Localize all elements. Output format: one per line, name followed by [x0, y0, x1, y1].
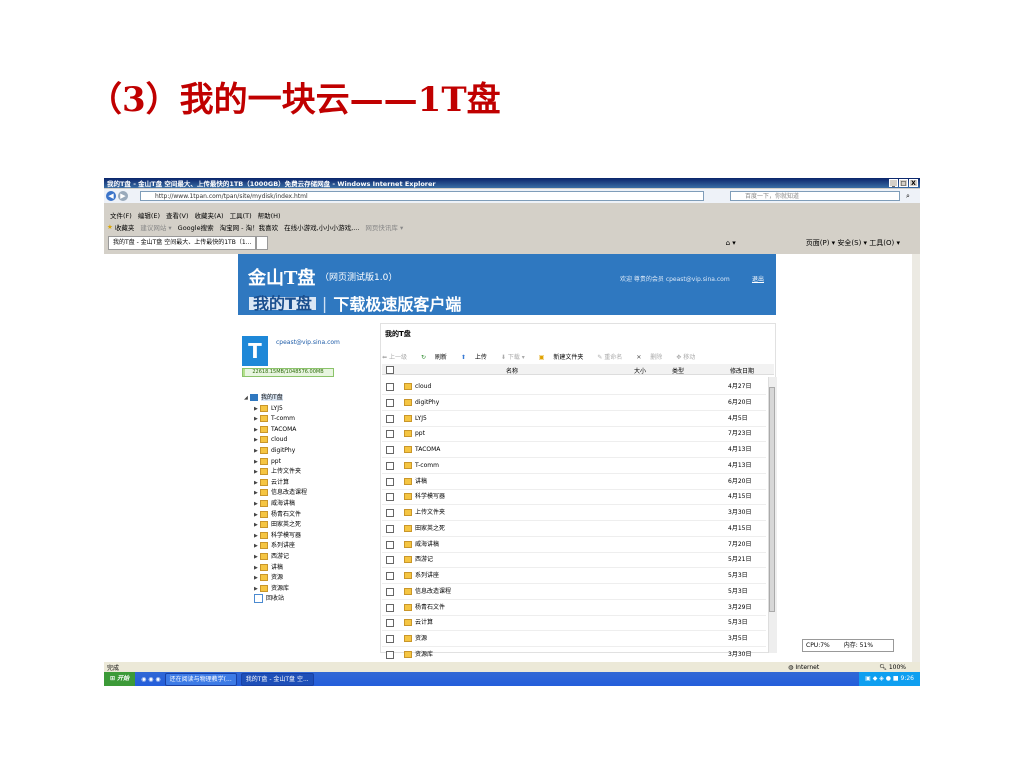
back-icon[interactable]: ◀	[106, 191, 116, 201]
favorites-button[interactable]: 收藏夹	[115, 222, 135, 232]
fav-games[interactable]: 在线小游戏,小小小游戏,...	[284, 222, 359, 232]
menu-help[interactable]: 帮助(H)	[258, 210, 281, 220]
favorites-star-icon[interactable]: ★	[107, 223, 113, 231]
search-input[interactable]: 百度一下，你就知道	[730, 191, 900, 201]
favorites-bar: ★ 收藏夹 建议网站 ▾ Google搜索 淘宝网 - 淘！我喜欢 在线小游戏,…	[104, 221, 920, 233]
fav-suggested-sites[interactable]: 建议网站 ▾	[140, 222, 171, 232]
maximize-button[interactable]: □	[899, 179, 908, 187]
search-icon[interactable]: ⌕	[906, 192, 910, 201]
menu-favorites[interactable]: 收藏夹(A)	[195, 210, 224, 220]
menu-edit[interactable]: 编辑(E)	[138, 210, 160, 220]
tab-bar: 我的T盘 - 金山T盘 空间最大、上传最快的1TB（1... ⌂ ▾ 页面(P)…	[104, 235, 920, 250]
home-icon[interactable]: ⌂ ▾	[726, 239, 736, 247]
close-button[interactable]: X	[909, 179, 918, 187]
browser-screenshot: 我的T盘 - 金山T盘 空间最大、上传最快的1TB（1000GB）免费云存储网盘…	[104, 178, 920, 686]
navigation-bar: ◀ ▶ http://www.1tpan.com/tpan/site/mydis…	[104, 189, 920, 203]
window-titlebar: 我的T盘 - 金山T盘 空间最大、上传最快的1TB（1000GB）免费云存储网盘…	[104, 178, 920, 188]
menu-file[interactable]: 文件(F)	[110, 210, 132, 220]
new-tab-button[interactable]	[256, 235, 269, 250]
menu-tools[interactable]: 工具(T)	[230, 210, 252, 220]
browser-tab[interactable]: 我的T盘 - 金山T盘 空间最大、上传最快的1TB（1...	[108, 235, 257, 250]
slide-title: （3）我的一块云——1T盘	[88, 80, 501, 120]
command-bar[interactable]: 页面(P) ▾ 安全(S) ▾ 工具(O) ▾	[806, 238, 900, 248]
fav-google[interactable]: Google搜索	[178, 222, 214, 232]
fav-taobao[interactable]: 淘宝网 - 淘！我喜欢	[220, 222, 278, 232]
window-title: 我的T盘 - 金山T盘 空间最大、上传最快的1TB（1000GB）免费云存储网盘…	[107, 180, 436, 188]
minimize-button[interactable]: _	[889, 179, 898, 187]
menu-view[interactable]: 查看(V)	[166, 210, 189, 220]
page-scrollbar[interactable]	[912, 254, 920, 662]
address-input[interactable]: http://www.1tpan.com/tpan/site/mydisk/in…	[140, 191, 704, 201]
fav-web-slices[interactable]: 网页快讯库 ▾	[365, 222, 403, 232]
web-content	[104, 254, 912, 662]
menu-bar: 文件(F) 编辑(E) 查看(V) 收藏夹(A) 工具(T) 帮助(H)	[104, 209, 920, 220]
forward-icon[interactable]: ▶	[118, 191, 128, 201]
